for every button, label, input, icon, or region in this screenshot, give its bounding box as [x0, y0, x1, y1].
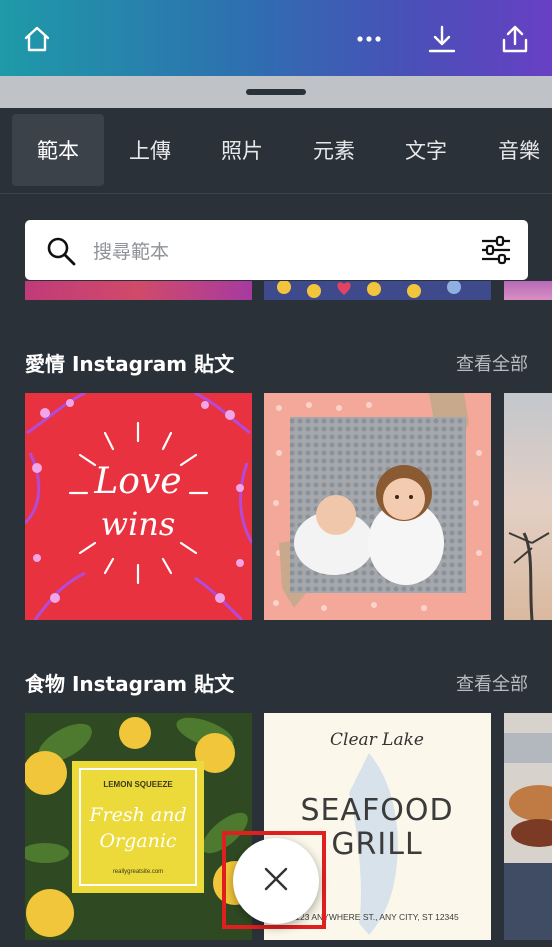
previous-template-strip [264, 280, 491, 300]
template-card-partial[interactable] [504, 393, 552, 620]
template-card-love[interactable]: Love wins [25, 393, 252, 620]
search-input[interactable]: 搜尋範本 [93, 237, 169, 264]
see-all-link[interactable]: 查看全部 [456, 670, 528, 696]
template-card-kids-photo[interactable] [264, 393, 491, 620]
tab-uploads[interactable]: 上傳 [104, 114, 196, 186]
grill-text: GRILL [331, 827, 422, 862]
close-button[interactable] [233, 838, 319, 924]
download-icon[interactable] [425, 22, 459, 56]
template-card-partial[interactable] [504, 713, 552, 940]
previous-template-strip [504, 281, 552, 300]
share-icon[interactable] [498, 22, 532, 56]
kicker-text: LEMON SQUEEZE [103, 780, 173, 789]
script-title: Clear Lake [330, 730, 424, 750]
tab-music[interactable]: 音樂 [472, 114, 552, 186]
tab-bar: 範本 上傳 照片 元素 文字 音樂 [0, 108, 552, 194]
grip-icon [246, 89, 306, 95]
close-icon [263, 866, 289, 896]
url-text: reallygreatsite.com [113, 869, 163, 875]
tab-templates[interactable]: 範本 [12, 114, 104, 186]
tab-photos[interactable]: 照片 [196, 114, 288, 186]
section-title: 食物 Instagram 貼文 [25, 672, 235, 696]
see-all-link[interactable]: 查看全部 [456, 350, 528, 376]
previous-template-strip [25, 281, 252, 300]
tab-elements[interactable]: 元素 [288, 114, 380, 186]
search-bar[interactable]: 搜尋範本 [25, 220, 528, 280]
home-icon[interactable] [20, 22, 54, 56]
top-toolbar [0, 0, 552, 76]
section-title: 愛情 Instagram 貼文 [25, 352, 235, 376]
fresh-text: Fresh and [88, 804, 186, 826]
panel-drag-handle[interactable] [0, 76, 552, 108]
seafood-text: SEAFOOD [300, 793, 453, 828]
tab-text[interactable]: 文字 [380, 114, 472, 186]
search-icon[interactable] [45, 235, 77, 271]
wins-text: wins [101, 505, 176, 543]
organic-text: Organic [99, 830, 176, 852]
more-icon[interactable] [352, 22, 386, 56]
filter-icon[interactable] [480, 234, 512, 270]
template-card-organic[interactable]: LEMON SQUEEZE Fresh and Organic reallygr… [25, 713, 252, 940]
love-text: Love [93, 461, 181, 502]
